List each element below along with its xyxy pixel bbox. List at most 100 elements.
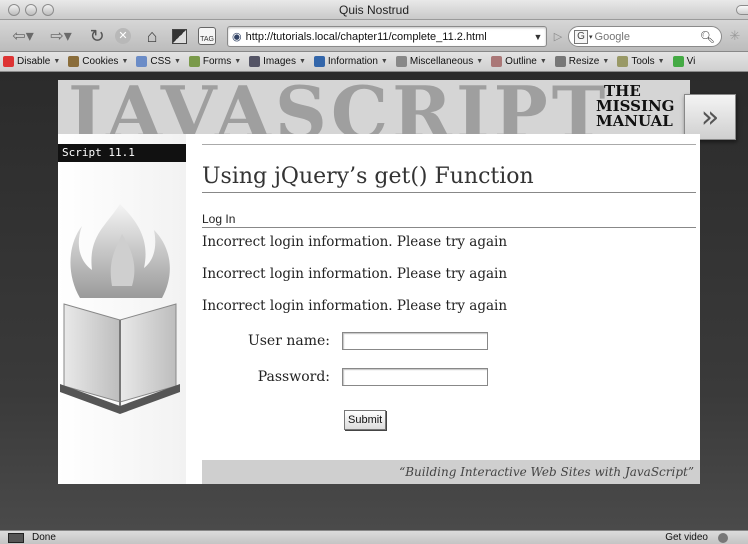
dropdown-arrow-icon: ▼ bbox=[380, 58, 388, 65]
username-input[interactable] bbox=[342, 332, 488, 350]
home-button[interactable]: ⌂ bbox=[140, 26, 164, 46]
info-icon bbox=[313, 56, 325, 67]
site-banner: JAVASCRIPT THE MISSING MANUAL bbox=[58, 80, 690, 134]
reload-button[interactable]: ↻ bbox=[86, 26, 108, 46]
devbar-item-vi[interactable]: Vi bbox=[672, 56, 696, 67]
dropdown-arrow-icon: ▼ bbox=[657, 58, 665, 65]
disable-icon bbox=[3, 56, 14, 67]
forward-icon: ⇨▾ bbox=[50, 28, 72, 45]
password-label: Password: bbox=[257, 369, 330, 385]
web-developer-toolbar: Disable ▼ Cookies ▼ CSS ▼ Forms ▼ Images ▼ Informa… bbox=[0, 52, 748, 72]
forms-icon bbox=[188, 56, 200, 67]
get-video-link[interactable]: Get video bbox=[665, 532, 708, 543]
images-icon bbox=[249, 56, 261, 67]
flaming-book-illustration bbox=[60, 204, 180, 414]
stop-button[interactable]: ✕ bbox=[112, 26, 134, 46]
username-row: User name: bbox=[202, 332, 488, 350]
address-bar[interactable]: ◉ http://tutorials.local/chapter11/compl… bbox=[227, 26, 547, 47]
title-divider bbox=[202, 192, 696, 193]
status-monitor-icon bbox=[8, 533, 24, 543]
devbar-item-disable[interactable]: Disable ▼ bbox=[3, 56, 60, 67]
devbar-item-resize[interactable]: Resize ▼ bbox=[554, 56, 609, 67]
dropdown-arrow-icon: ▼ bbox=[173, 58, 181, 65]
script-label: Script 11.1 bbox=[58, 144, 186, 162]
search-icon[interactable]: 🔍︎ bbox=[700, 30, 715, 44]
devbar-item-forms[interactable]: Forms ▼ bbox=[188, 56, 242, 67]
password-row: Password: bbox=[202, 368, 488, 386]
error-message: Incorrect login information. Please try … bbox=[202, 234, 508, 250]
devbar-item-label: Miscellaneous bbox=[409, 56, 474, 67]
page-footer: “Building Interactive Web Sites with Jav… bbox=[202, 460, 700, 484]
bookmark-icon bbox=[171, 28, 187, 44]
error-message: Incorrect login information. Please try … bbox=[202, 298, 508, 314]
view-source-icon bbox=[672, 56, 684, 67]
tag-icon: TAG bbox=[198, 27, 216, 45]
bookmark-button[interactable] bbox=[168, 26, 190, 46]
username-label: User name: bbox=[247, 333, 330, 349]
css-icon bbox=[136, 56, 148, 67]
forward-button[interactable]: ⇨▾ bbox=[46, 26, 76, 46]
missing-manual-logo: THE MISSING MANUAL bbox=[596, 84, 675, 129]
stop-icon: ✕ bbox=[115, 28, 131, 44]
cookies-icon bbox=[68, 56, 80, 67]
dropdown-arrow-icon: ▼ bbox=[476, 58, 484, 65]
back-icon: ⇦▾ bbox=[12, 28, 34, 45]
top-divider bbox=[202, 144, 696, 145]
url-history-dropdown[interactable]: ▼ bbox=[530, 32, 546, 42]
dropdown-arrow-icon: ▼ bbox=[234, 58, 242, 65]
logo-line-3: MANUAL bbox=[596, 112, 673, 130]
devbar-item-images[interactable]: Images ▼ bbox=[249, 56, 306, 67]
search-engine-dropdown-icon[interactable]: ▾ bbox=[589, 33, 593, 41]
devbar-item-tools[interactable]: Tools ▼ bbox=[617, 56, 665, 67]
page-title: Using jQuery’s get() Function bbox=[202, 164, 534, 189]
outline-icon bbox=[491, 56, 503, 67]
devbar-item-label: Images bbox=[263, 56, 296, 67]
dropdown-arrow-icon: ▼ bbox=[53, 58, 61, 65]
devbar-item-label: CSS bbox=[150, 56, 171, 67]
dropdown-arrow-icon: ▼ bbox=[298, 58, 306, 65]
activity-indicator: ✳ bbox=[726, 26, 744, 46]
search-bar[interactable]: G ▾ 🔍︎ bbox=[568, 26, 722, 47]
toolbar-toggle-button[interactable] bbox=[736, 5, 748, 15]
tools-icon bbox=[617, 56, 629, 67]
reload-icon: ↻ bbox=[89, 25, 105, 46]
spinner-icon: ✳ bbox=[729, 28, 741, 43]
devbar-item-label: Information bbox=[327, 56, 378, 67]
tag-button[interactable]: TAG bbox=[196, 26, 218, 46]
devbar-item-outline[interactable]: Outline ▼ bbox=[491, 56, 547, 67]
devbar-item-miscellaneous[interactable]: Miscellaneous ▼ bbox=[395, 56, 484, 67]
error-message: Incorrect login information. Please try … bbox=[202, 266, 508, 282]
window-title: Quis Nostrud bbox=[338, 3, 410, 17]
submit-button[interactable]: Submit bbox=[344, 410, 387, 430]
resize-icon bbox=[554, 56, 566, 67]
window-titlebar: Quis Nostrud bbox=[0, 0, 748, 20]
search-engine-icon[interactable]: G bbox=[574, 29, 588, 44]
login-divider bbox=[202, 227, 696, 228]
login-heading: Log In bbox=[202, 212, 236, 226]
search-input[interactable] bbox=[594, 30, 695, 43]
status-bar: Done Get video bbox=[0, 530, 748, 544]
globe-icon: ◉ bbox=[232, 31, 242, 43]
devbar-item-label: Vi bbox=[686, 56, 696, 67]
footer-tagline: “Building Interactive Web Sites with Jav… bbox=[399, 465, 694, 479]
devbar-item-information[interactable]: Information ▼ bbox=[313, 56, 388, 67]
devbar-item-label: Disable bbox=[17, 56, 51, 67]
misc-icon bbox=[395, 56, 407, 67]
devbar-item-label: Outline bbox=[505, 56, 537, 67]
navigation-toolbar: ⇦▾ ⇨▾ ↻ ✕ ⌂ TAG ◉ http://tutorials.local… bbox=[0, 20, 748, 52]
go-button[interactable]: ▷ bbox=[550, 26, 566, 46]
devbar-item-css[interactable]: CSS ▼ bbox=[136, 56, 181, 67]
address-url[interactable]: http://tutorials.local/chapter11/complet… bbox=[242, 31, 530, 43]
page-body: Script 11.1 Using jQuery’s get() Functio… bbox=[58, 134, 700, 484]
banner-logo-text: JAVASCRIPT bbox=[68, 80, 610, 134]
addon-status-icon[interactable] bbox=[718, 533, 728, 543]
password-input[interactable] bbox=[342, 368, 488, 386]
dropdown-arrow-icon: ▼ bbox=[121, 58, 129, 65]
devbar-item-cookies[interactable]: Cookies ▼ bbox=[68, 56, 128, 67]
devbar-item-label: Forms bbox=[202, 56, 232, 67]
home-icon: ⌂ bbox=[146, 25, 158, 46]
devbar-item-label: Cookies bbox=[82, 56, 119, 67]
sidebar: Script 11.1 bbox=[58, 134, 186, 484]
back-button[interactable]: ⇦▾ bbox=[8, 26, 38, 46]
page-viewport: JAVASCRIPT THE MISSING MANUAL » Script 1… bbox=[0, 72, 748, 530]
